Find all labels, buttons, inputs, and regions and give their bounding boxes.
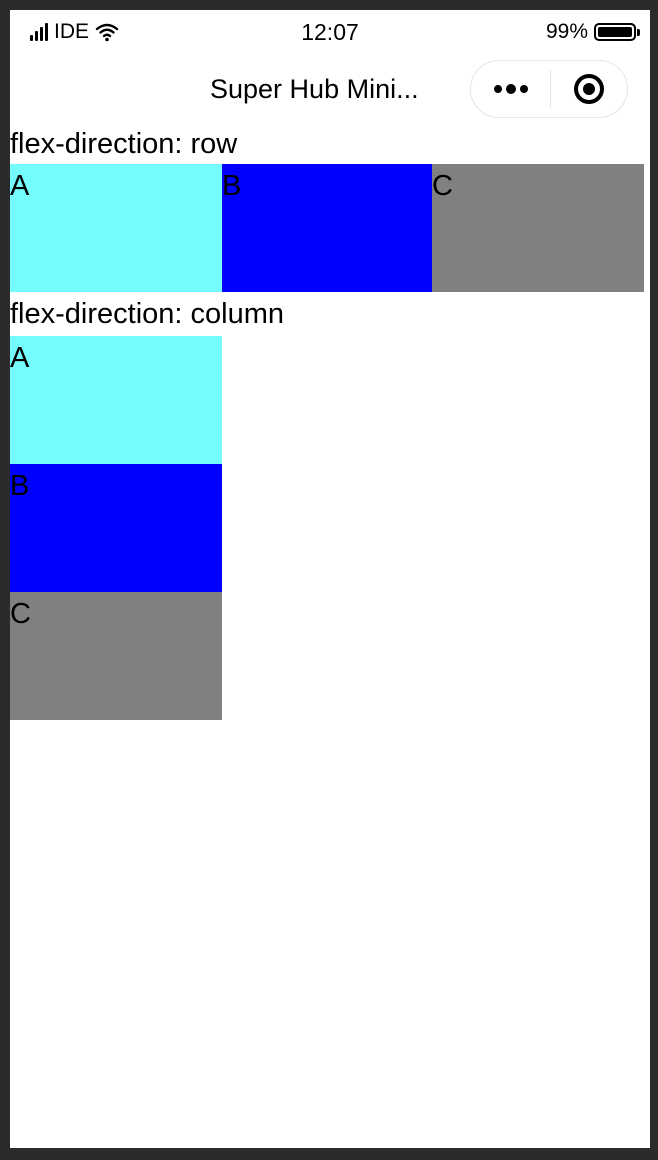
row-section-title: flex-direction: row — [10, 128, 238, 160]
battery-percent: 99% — [545, 20, 588, 43]
column-box-a: A — [10, 336, 222, 464]
battery-tip — [637, 29, 640, 36]
status-right: 99% — [545, 20, 640, 44]
flex-column-container: A B C — [10, 336, 222, 720]
row-box-b: B — [222, 164, 432, 292]
row-box-c: C — [432, 164, 644, 292]
flex-row-container: A B C — [10, 164, 644, 292]
row-box-a: A — [10, 164, 222, 292]
page-content: flex-direction: row A B C flex-direction… — [10, 124, 650, 720]
page-title: Super Hub Mini... — [210, 74, 419, 104]
column-box-b: B — [10, 464, 222, 592]
status-bar: IDE 12:07 99% — [10, 10, 650, 54]
battery-fill — [598, 27, 632, 37]
column-box-c: C — [10, 592, 222, 720]
battery-icon — [594, 23, 640, 41]
more-dots-icon — [493, 84, 528, 94]
target-icon — [574, 74, 604, 104]
column-section-title: flex-direction: column — [10, 298, 284, 330]
phone-screen: IDE 12:07 99% Super Hub Mini... flex-dir… — [10, 10, 650, 1148]
